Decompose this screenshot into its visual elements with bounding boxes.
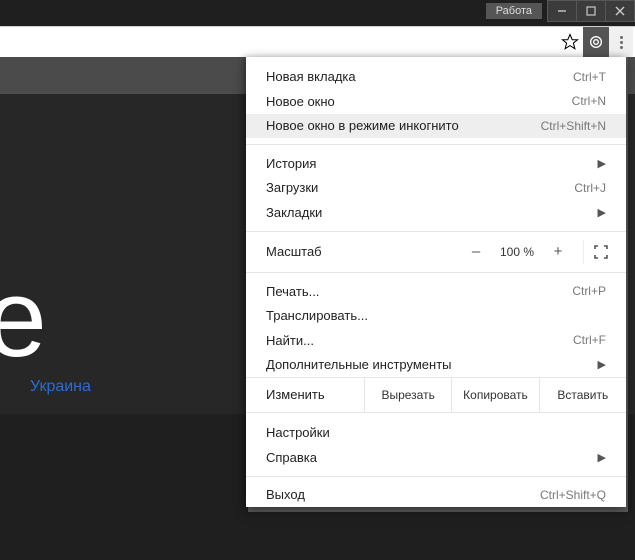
edit-cut-button[interactable]: Вырезать [364, 378, 451, 412]
menu-item-incognito[interactable]: Новое окно в режиме инкогнито Ctrl+Shift… [246, 114, 626, 139]
close-button[interactable] [605, 0, 635, 22]
chevron-right-icon: ▶ [598, 358, 606, 371]
menu-shortcut: Ctrl+Shift+N [541, 119, 606, 133]
app-frame: Работа gle Украина Новая вкладка [0, 0, 635, 560]
zoom-value: 100 % [491, 245, 543, 259]
window-titlebar: Работа [486, 0, 635, 22]
menu-label: Справка [266, 450, 317, 465]
google-logo-fragment: gle [0, 264, 42, 374]
menu-label: Новая вкладка [266, 69, 356, 84]
extension-icon[interactable] [583, 27, 609, 57]
menu-separator [246, 231, 626, 232]
menu-item-help[interactable]: Справка ▶ [246, 445, 626, 470]
browser-toolbar [0, 26, 635, 58]
window-controls [548, 0, 635, 22]
edit-copy-button[interactable]: Копировать [451, 378, 538, 412]
menu-shortcut: Ctrl+P [572, 284, 606, 298]
google-country-label: Украина [30, 378, 91, 396]
menu-label: Новое окно в режиме инкогнито [266, 118, 459, 133]
menu-item-bookmarks[interactable]: Закладки ▶ [246, 200, 626, 225]
edit-paste-button[interactable]: Вставить [539, 378, 626, 412]
zoom-in-button[interactable]: + [543, 243, 573, 260]
menu-item-find[interactable]: Найти... Ctrl+F [246, 328, 626, 353]
zoom-label: Масштаб [266, 244, 421, 259]
menu-label: Выход [266, 487, 305, 502]
menu-separator [246, 476, 626, 477]
maximize-button[interactable] [576, 0, 606, 22]
menu-shortcut: Ctrl+N [572, 94, 606, 108]
menu-label: Закладки [266, 205, 322, 220]
menu-separator [246, 272, 626, 273]
chevron-right-icon: ▶ [598, 451, 606, 464]
fullscreen-button[interactable] [583, 240, 618, 264]
menu-separator [246, 144, 626, 145]
menu-item-cast[interactable]: Транслировать... [246, 303, 626, 328]
chevron-right-icon: ▶ [598, 157, 606, 170]
menu-shortcut: Ctrl+F [573, 333, 606, 347]
menu-shortcut: Ctrl+T [573, 70, 606, 84]
zoom-out-button[interactable]: – [461, 243, 491, 260]
menu-item-history[interactable]: История ▶ [246, 151, 626, 176]
menu-button[interactable] [609, 27, 633, 57]
menu-label: Загрузки [266, 180, 318, 195]
menu-item-print[interactable]: Печать... Ctrl+P [246, 279, 626, 304]
menu-label: Печать... [266, 284, 319, 299]
menu-item-more-tools[interactable]: Дополнительные инструменты ▶ [246, 352, 626, 377]
menu-label: Настройки [266, 425, 330, 440]
bookmark-star-icon[interactable] [557, 27, 583, 57]
menu-item-new-window[interactable]: Новое окно Ctrl+N [246, 89, 626, 114]
menu-item-downloads[interactable]: Загрузки Ctrl+J [246, 176, 626, 201]
menu-item-edit: Изменить Вырезать Копировать Вставить [246, 377, 626, 413]
menu-label: Транслировать... [266, 308, 368, 323]
workspace-badge[interactable]: Работа [486, 3, 542, 19]
menu-item-new-tab[interactable]: Новая вкладка Ctrl+T [246, 65, 626, 90]
menu-label: Дополнительные инструменты [266, 357, 452, 372]
menu-item-exit[interactable]: Выход Ctrl+Shift+Q [246, 482, 626, 507]
menu-shortcut: Ctrl+J [574, 181, 606, 195]
edit-label: Изменить [246, 378, 364, 412]
menu-shortcut: Ctrl+Shift+Q [540, 488, 606, 502]
chrome-main-menu: Новая вкладка Ctrl+T Новое окно Ctrl+N Н… [246, 57, 626, 507]
menu-label: Новое окно [266, 94, 335, 109]
menu-item-settings[interactable]: Настройки [246, 420, 626, 445]
chevron-right-icon: ▶ [598, 206, 606, 219]
menu-label: История [266, 156, 316, 171]
menu-item-zoom: Масштаб – 100 % + [246, 238, 626, 266]
minimize-button[interactable] [547, 0, 577, 22]
menu-label: Найти... [266, 333, 314, 348]
